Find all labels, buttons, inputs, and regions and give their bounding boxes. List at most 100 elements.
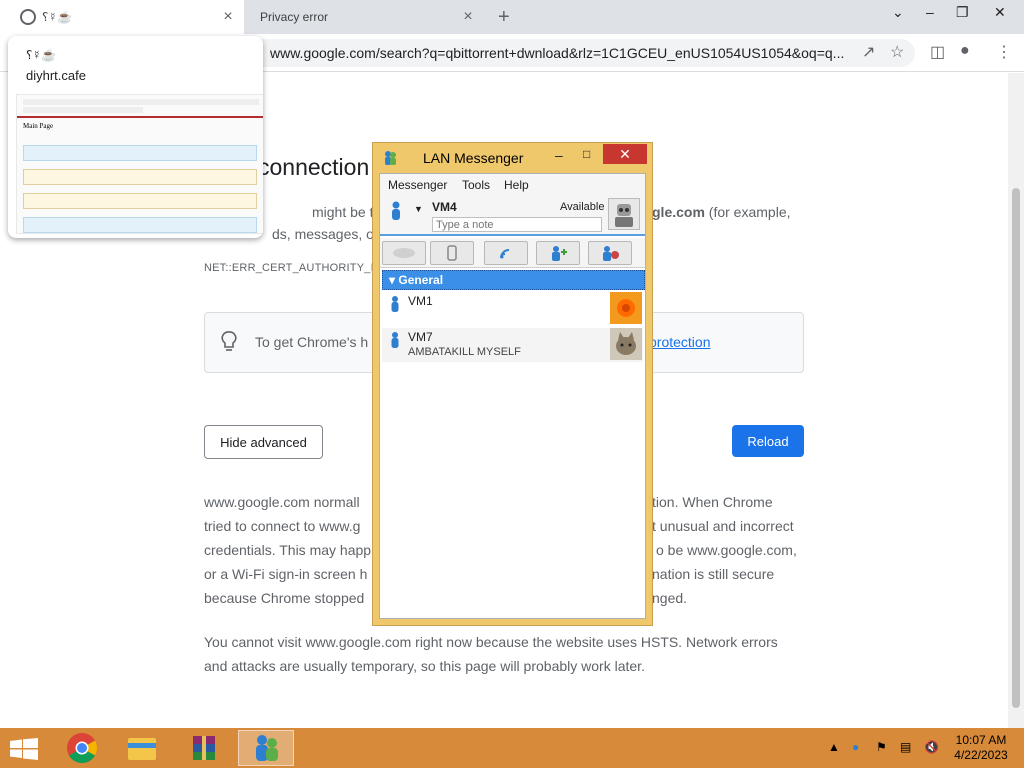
clock-time: 10:07 AM	[955, 733, 1007, 747]
tab-title: ⸮☿☕	[42, 10, 73, 24]
lan-messenger-icon	[385, 151, 396, 165]
profile-icon[interactable]: ●	[960, 42, 970, 60]
chat-button[interactable]	[382, 241, 426, 265]
folder-icon	[128, 738, 156, 760]
tab-diyhrt[interactable]: ⸮☿☕ ×	[0, 0, 244, 34]
user-status-icon[interactable]	[390, 201, 402, 221]
thumb-nav-bar	[23, 107, 143, 113]
minimize-icon[interactable]: –	[926, 4, 934, 20]
taskbar-lan-messenger[interactable]	[238, 730, 294, 766]
lan-client-area: Messenger Tools Help ▼ VM4 Available Typ…	[379, 173, 646, 619]
group-settings-icon	[603, 246, 619, 261]
user-bar: ▼ VM4 Available	[380, 196, 645, 236]
windows-start-icon[interactable]	[10, 738, 38, 760]
thumb-divider	[17, 116, 263, 118]
address-bar[interactable]: www.google.com/search?q=qbittorrent+dwnl…	[250, 39, 915, 67]
side-panel-icon[interactable]: ◫	[930, 42, 945, 62]
thumb-block	[23, 145, 257, 161]
action-center-icon[interactable]: ⚑	[876, 740, 887, 754]
advanced-text-fragment: tried to connect to www.g	[204, 518, 361, 534]
user-status[interactable]: Available	[560, 201, 604, 213]
enhanced-protection-link[interactable]: protection	[649, 334, 710, 350]
preview-domain: diyhrt.cafe	[26, 68, 86, 83]
lightbulb-icon	[221, 331, 237, 351]
tab-hover-preview: ⸮☿☕ diyhrt.cafe Main Page	[8, 36, 263, 238]
expand-arrow-icon: ▾	[389, 273, 396, 287]
share-icon[interactable]: ↗	[862, 42, 875, 62]
tab-privacy-error[interactable]: Privacy error ×	[248, 0, 484, 34]
advanced-text-fragment: or a Wi-Fi sign-in screen h	[204, 566, 368, 582]
status-dropdown-icon[interactable]: ▼	[414, 204, 423, 214]
preview-title: ⸮☿☕	[26, 48, 57, 62]
send-file-button[interactable]	[430, 241, 474, 265]
user-avatar[interactable]	[608, 198, 640, 230]
error-text-fragment: (for example,	[704, 204, 791, 220]
taskbar: ▲ ● ⚑ ▤ 🔇 10:07 AM 4/22/2023	[0, 728, 1024, 768]
close-window-icon[interactable]: ✕	[994, 4, 1006, 21]
lan-messenger-window: LAN Messenger – □ ✕ Messenger Tools Help…	[372, 142, 653, 626]
tab-title: Privacy error	[260, 10, 329, 24]
tab-strip: ⸮☿☕ × Privacy error × + ⌄ – ❐ ✕	[0, 0, 1024, 34]
lan-tray-icon[interactable]: ●	[852, 740, 859, 754]
new-tab-button[interactable]: +	[498, 6, 510, 29]
show-hidden-icons[interactable]: ▲	[828, 740, 840, 754]
broadcast-button[interactable]	[484, 241, 528, 265]
menu-icon[interactable]: ⋮	[996, 42, 1012, 62]
lan-titlebar[interactable]: LAN Messenger – □ ✕	[373, 143, 652, 173]
preview-thumbnail: Main Page	[16, 94, 263, 234]
add-contact-icon	[552, 246, 567, 261]
advanced-text-fragment: t unusual and incorrect	[652, 518, 794, 534]
contact-status-icon	[391, 332, 399, 348]
contact-note: AMBATAKILL MYSELF	[408, 346, 521, 358]
menu-help[interactable]: Help	[504, 178, 529, 192]
scrollbar-thumb[interactable]	[1012, 188, 1020, 708]
maximize-icon[interactable]: □	[583, 147, 590, 161]
close-icon[interactable]: ✕	[603, 144, 647, 164]
minimize-icon[interactable]: –	[555, 147, 563, 163]
broadcast-icon	[500, 249, 510, 259]
advanced-text-fragment: www.google.com normall	[204, 494, 360, 510]
contact-name: VM1	[408, 294, 433, 308]
advanced-text-fragment: credentials. This may happ	[204, 542, 372, 558]
winrar-icon	[193, 736, 215, 760]
add-contact-button[interactable]	[536, 241, 580, 265]
advanced-text-fragment: nged.	[652, 590, 688, 606]
system-clock[interactable]: 10:07 AM 4/22/2023	[950, 733, 1012, 763]
restore-icon[interactable]: ❐	[956, 4, 969, 21]
bookmark-star-icon[interactable]: ☆	[890, 42, 904, 62]
taskbar-winrar[interactable]	[176, 730, 232, 766]
advanced-text-fragment: tion. When Chrome	[652, 494, 773, 510]
network-icon[interactable]: ▤	[900, 740, 911, 754]
chrome-icon	[67, 733, 98, 764]
note-input[interactable]	[432, 217, 602, 232]
hide-advanced-button[interactable]: Hide advanced	[204, 425, 323, 459]
volume-muted-icon[interactable]: 🔇	[924, 740, 939, 754]
contact-item[interactable]: VM1	[382, 292, 643, 326]
error-heading: connection	[258, 154, 370, 180]
group-header-general[interactable]: ▾ General	[382, 270, 645, 290]
advanced-text-fragment: o be www.google.com,	[656, 542, 797, 558]
paperclip-icon	[447, 245, 457, 261]
robot-avatar-icon	[615, 204, 633, 227]
group-settings-button[interactable]	[588, 241, 632, 265]
clock-date: 4/22/2023	[954, 748, 1008, 762]
taskbar-chrome[interactable]	[54, 730, 110, 766]
tab-close-icon[interactable]: ×	[458, 8, 478, 26]
lan-menubar: Messenger Tools Help	[380, 174, 645, 196]
tab-close-icon[interactable]: ×	[218, 8, 238, 26]
contact-item[interactable]: VM7 AMBATAKILL MYSELF	[382, 328, 643, 362]
flower-avatar-icon	[610, 292, 642, 324]
reload-button[interactable]: Reload	[732, 425, 804, 457]
thumb-block	[23, 193, 257, 209]
tab-search-icon[interactable]: ⌄	[892, 4, 904, 21]
menu-messenger[interactable]: Messenger	[388, 178, 447, 192]
error-code[interactable]: NET::ERR_CERT_AUTHORITY_INV	[204, 262, 390, 274]
page-scrollbar[interactable]	[1008, 73, 1024, 728]
globe-icon	[20, 9, 36, 25]
menu-tools[interactable]: Tools	[462, 178, 490, 192]
taskbar-file-explorer[interactable]	[114, 730, 170, 766]
advanced-text-fragment: nation is still secure	[652, 566, 775, 582]
tip-text: To get Chrome's h	[255, 334, 369, 350]
lan-toolbar	[380, 238, 645, 268]
lan-title: LAN Messenger	[423, 150, 524, 166]
